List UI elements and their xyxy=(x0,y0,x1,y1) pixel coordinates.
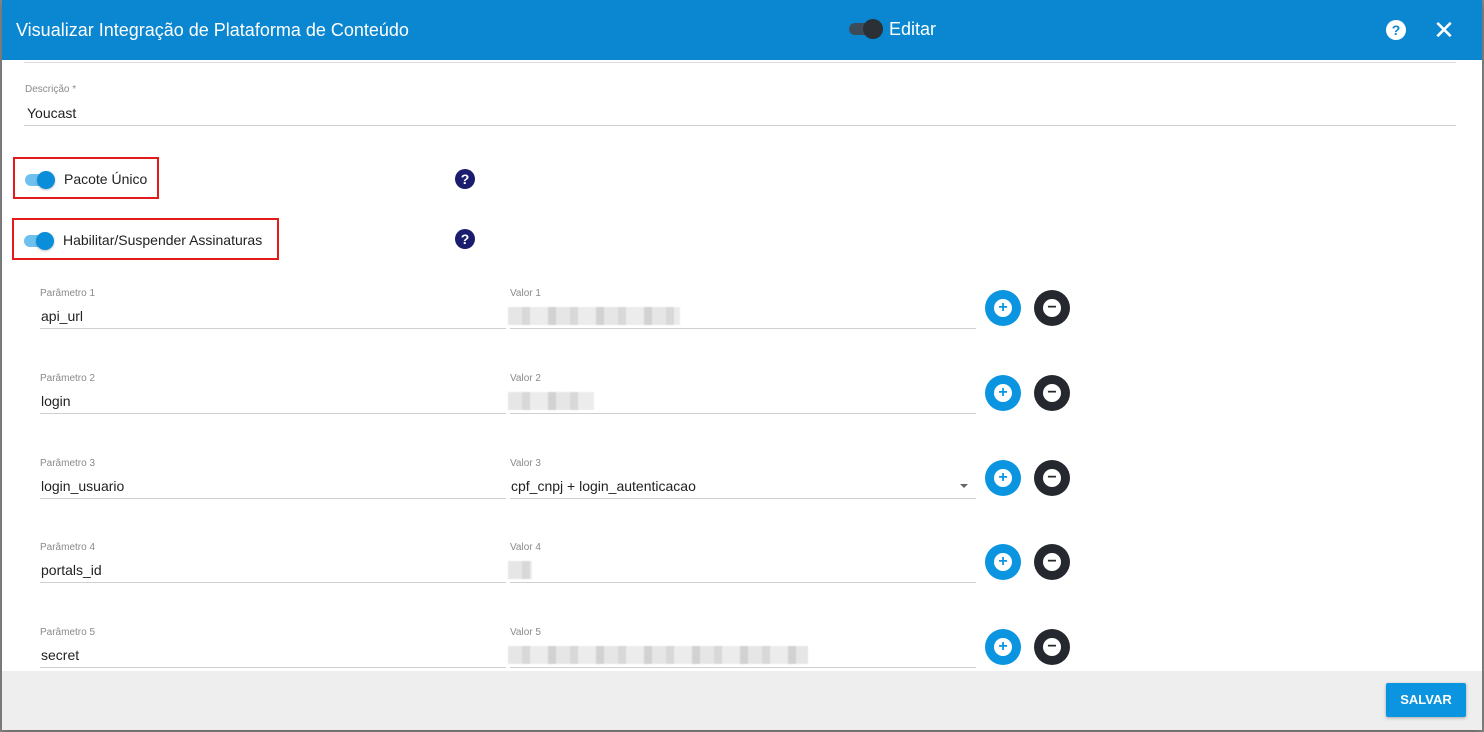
param-input[interactable]: secret xyxy=(41,646,79,664)
integration-dialog: Visualizar Integração de Plataforma de C… xyxy=(2,0,1482,730)
param-row-3: Parâmetro 3 login_usuario Valor 3 cpf_cn… xyxy=(2,455,1482,515)
value-label: Valor 3 xyxy=(510,458,541,469)
add-row-button[interactable]: + xyxy=(985,629,1021,665)
edit-toggle-knob xyxy=(863,19,883,39)
description-underline xyxy=(24,125,1456,126)
param-label: Parâmetro 4 xyxy=(40,542,96,553)
remove-row-button[interactable]: − xyxy=(1034,544,1070,580)
param-label: Parâmetro 2 xyxy=(40,373,96,384)
param-underline xyxy=(40,667,506,668)
add-row-button[interactable]: + xyxy=(985,290,1021,326)
param-input[interactable]: portals_id xyxy=(41,561,102,579)
value-underline xyxy=(510,328,976,329)
toggle-pacote-unico[interactable]: Pacote Único xyxy=(13,157,159,199)
add-row-button[interactable]: + xyxy=(985,460,1021,496)
param-label: Parâmetro 5 xyxy=(40,627,96,638)
param-row-2: Parâmetro 2 login Valor 2 + − xyxy=(2,370,1482,430)
param-underline xyxy=(40,498,506,499)
pacote-unico-label: Pacote Único xyxy=(64,171,148,187)
switch-knob xyxy=(37,171,55,189)
edit-toggle-label: Editar xyxy=(889,19,937,39)
redacted-value xyxy=(508,307,680,325)
chevron-down-icon[interactable] xyxy=(960,484,968,488)
dialog-footer: SALVAR xyxy=(2,671,1482,730)
save-button[interactable]: SALVAR xyxy=(1386,683,1466,717)
habilitar-suspender-help-icon[interactable]: ? xyxy=(455,229,475,249)
minus-icon: − xyxy=(1043,638,1061,656)
minus-icon: − xyxy=(1043,384,1061,402)
habilitar-suspender-switch[interactable] xyxy=(24,232,58,250)
value-underline xyxy=(510,582,976,583)
remove-row-button[interactable]: − xyxy=(1034,460,1070,496)
param-label: Parâmetro 1 xyxy=(40,288,96,299)
redacted-value xyxy=(508,392,594,410)
dialog-header: Visualizar Integração de Plataforma de C… xyxy=(2,0,1482,60)
param-row-4: Parâmetro 4 portals_id Valor 4 + − xyxy=(2,539,1482,599)
param-input[interactable]: login xyxy=(41,392,71,410)
value-underline xyxy=(510,413,976,414)
minus-icon: − xyxy=(1043,299,1061,317)
param-row-1: Parâmetro 1 api_url Valor 1 + − xyxy=(2,285,1482,345)
value-label: Valor 5 xyxy=(510,627,541,638)
habilitar-suspender-label: Habilitar/Suspender Assinaturas xyxy=(63,232,263,248)
add-row-button[interactable]: + xyxy=(985,544,1021,580)
plus-icon: + xyxy=(994,553,1012,571)
param-underline xyxy=(40,582,506,583)
value-label: Valor 4 xyxy=(510,542,541,553)
remove-row-button[interactable]: − xyxy=(1034,290,1070,326)
add-row-button[interactable]: + xyxy=(985,375,1021,411)
help-icon[interactable]: ? xyxy=(1386,20,1406,40)
plus-icon: + xyxy=(994,299,1012,317)
pacote-unico-help-icon[interactable]: ? xyxy=(455,169,475,189)
remove-row-button[interactable]: − xyxy=(1034,629,1070,665)
value-label: Valor 2 xyxy=(510,373,541,384)
param-underline xyxy=(40,328,506,329)
value-select[interactable]: cpf_cnpj + login_autenticacao xyxy=(511,477,696,495)
description-label: Descrição * xyxy=(25,84,77,95)
toggle-habilitar-suspender[interactable]: Habilitar/Suspender Assinaturas xyxy=(12,218,279,260)
param-input[interactable]: api_url xyxy=(41,307,83,325)
value-underline xyxy=(510,498,976,499)
remove-row-button[interactable]: − xyxy=(1034,375,1070,411)
plus-icon: + xyxy=(994,469,1012,487)
minus-icon: − xyxy=(1043,553,1061,571)
divider xyxy=(24,62,1456,63)
switch-knob xyxy=(36,232,54,250)
param-input[interactable]: login_usuario xyxy=(41,477,124,495)
plus-icon: + xyxy=(994,384,1012,402)
plus-icon: + xyxy=(994,638,1012,656)
dialog-title: Visualizar Integração de Plataforma de C… xyxy=(16,20,409,40)
description-input[interactable]: Youcast xyxy=(27,104,76,122)
redacted-value xyxy=(508,561,532,579)
value-underline xyxy=(510,667,976,668)
param-underline xyxy=(40,413,506,414)
close-icon[interactable]: ✕ xyxy=(1432,16,1456,44)
value-label: Valor 1 xyxy=(510,288,541,299)
redacted-value xyxy=(508,646,808,664)
param-label: Parâmetro 3 xyxy=(40,458,96,469)
pacote-unico-switch[interactable] xyxy=(25,171,59,189)
minus-icon: − xyxy=(1043,469,1061,487)
edit-mode-toggle[interactable]: Editar xyxy=(849,17,969,41)
